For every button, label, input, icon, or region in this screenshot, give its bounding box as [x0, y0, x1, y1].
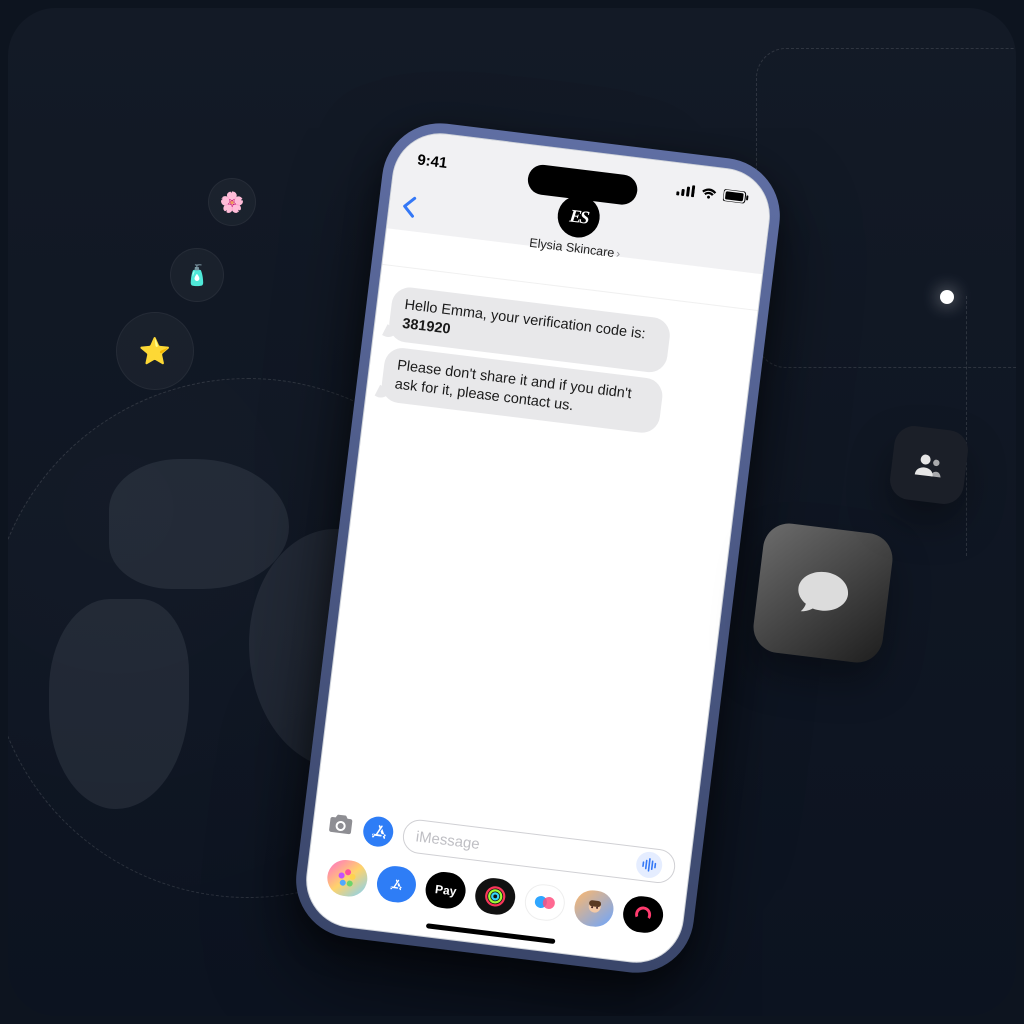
verification-code: 381920 — [401, 315, 451, 337]
tray-app-store[interactable] — [375, 864, 419, 905]
wifi-icon — [700, 186, 718, 200]
phone-screen: 9:41 ES — [301, 128, 776, 968]
contacts-app-card — [888, 424, 970, 506]
orbit-node — [940, 290, 954, 304]
tray-memoji[interactable] — [572, 888, 616, 929]
people-icon — [913, 450, 946, 479]
contact-name[interactable]: Elysia Skincare › — [529, 236, 621, 261]
tray-music[interactable] — [621, 894, 665, 935]
message-placeholder: iMessage — [415, 828, 481, 853]
camera-icon[interactable] — [326, 812, 355, 843]
tray-apple-pay[interactable]: Pay — [424, 870, 468, 911]
messages-app-card — [751, 521, 896, 666]
tray-game-pigeon[interactable] — [522, 882, 566, 923]
orbit-line — [756, 48, 1016, 368]
orbit-line-vertical — [966, 296, 968, 556]
tray-fitness[interactable] — [473, 876, 517, 917]
decor-bubble-flower: 🌸 — [208, 178, 256, 226]
home-indicator[interactable] — [426, 923, 556, 944]
audio-wave-icon[interactable] — [635, 850, 664, 879]
status-time: 9:41 — [416, 151, 448, 172]
message-text: Please don't share it and if you didn't … — [394, 358, 633, 414]
marketing-canvas: 🌸 🧴 ⭐ 9:41 — [8, 8, 1016, 1016]
star-icon: ⭐ — [139, 336, 171, 367]
bottle-icon: 🧴 — [185, 263, 210, 288]
decor-bubble-star: ⭐ — [116, 312, 194, 390]
speech-bubble-icon — [793, 565, 853, 621]
cellular-signal-icon — [676, 183, 695, 197]
phone-mockup: 9:41 ES — [290, 117, 787, 980]
flower-icon: 🌸 — [220, 190, 245, 215]
message-list: Hello Emma, your verification code is: 3… — [319, 276, 756, 828]
decor-bubble-bottle: 🧴 — [170, 248, 224, 302]
battery-icon — [723, 189, 750, 204]
chevron-right-icon: › — [615, 246, 621, 260]
tray-photos[interactable] — [325, 858, 369, 899]
app-store-icon[interactable] — [362, 815, 395, 848]
